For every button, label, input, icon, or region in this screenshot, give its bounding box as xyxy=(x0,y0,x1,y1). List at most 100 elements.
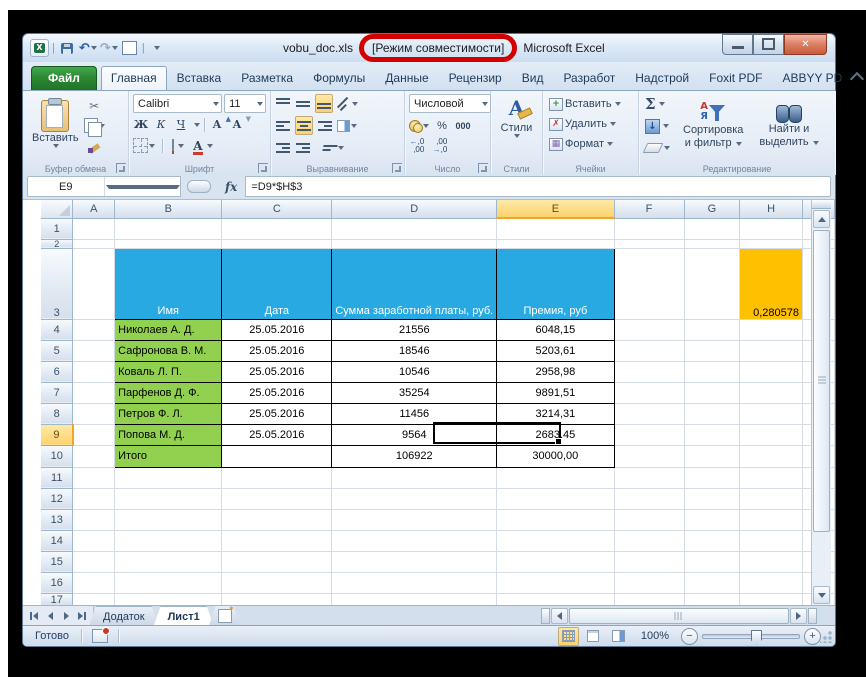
row-header-11[interactable]: 11 xyxy=(41,467,73,488)
scroll-left-button[interactable] xyxy=(551,608,568,624)
align-bottom-button[interactable] xyxy=(315,94,333,113)
cell[interactable] xyxy=(740,572,803,593)
cell-name[interactable]: Сафронова В. М. xyxy=(115,340,222,361)
cell[interactable] xyxy=(614,572,684,593)
fill-color-button[interactable] xyxy=(170,137,186,154)
cell[interactable] xyxy=(332,218,497,239)
macro-record-button[interactable] xyxy=(92,629,108,643)
name-box-dropdown[interactable] xyxy=(104,177,181,196)
cell[interactable] xyxy=(684,572,740,593)
cell[interactable] xyxy=(684,530,740,551)
cell[interactable] xyxy=(332,551,497,572)
column-header-b[interactable]: B xyxy=(115,200,222,218)
cell[interactable] xyxy=(115,530,222,551)
cell[interactable] xyxy=(740,467,803,488)
cell[interactable] xyxy=(73,467,115,488)
tab-file[interactable]: Файл xyxy=(31,66,97,90)
cell[interactable] xyxy=(115,218,222,239)
row-header-2[interactable]: 2 xyxy=(41,239,73,248)
cell[interactable] xyxy=(740,382,803,403)
cell[interactable] xyxy=(740,361,803,382)
cell[interactable] xyxy=(497,488,614,509)
cell[interactable] xyxy=(684,319,740,340)
increase-decimal-button[interactable]: ←,0,00 xyxy=(409,137,425,154)
column-header-g[interactable]: G xyxy=(684,200,740,218)
cell[interactable] xyxy=(222,239,332,248)
scrollbar-resize-handle[interactable] xyxy=(808,608,817,624)
cell-salary[interactable]: 35254 xyxy=(332,382,497,403)
cell-total-premium[interactable]: 30000,00 xyxy=(497,445,614,467)
wrap-text-button[interactable] xyxy=(323,139,344,156)
row-header-8[interactable]: 8 xyxy=(41,403,73,424)
cell[interactable] xyxy=(332,467,497,488)
cell[interactable] xyxy=(614,424,684,445)
cut-button[interactable]: ✂ xyxy=(84,97,105,114)
cell[interactable] xyxy=(740,424,803,445)
delete-cells-button[interactable]: ✗Удалить xyxy=(547,114,634,134)
autosum-button[interactable]: Σ xyxy=(643,94,672,114)
insert-cells-button[interactable]: +Вставить xyxy=(547,94,634,114)
active-cell-selection[interactable] xyxy=(433,422,561,444)
cell[interactable] xyxy=(332,509,497,530)
cell[interactable] xyxy=(73,239,115,248)
copy-button[interactable] xyxy=(84,117,105,134)
cell[interactable] xyxy=(684,248,740,319)
dialog-launcher-icon[interactable] xyxy=(258,163,268,173)
vertical-scroll-thumb[interactable] xyxy=(813,230,830,532)
cell[interactable] xyxy=(222,445,332,467)
cell[interactable] xyxy=(73,382,115,403)
styles-button[interactable]: A Стили xyxy=(495,96,538,140)
grow-font-button[interactable]: А▲ xyxy=(209,116,225,133)
cell[interactable] xyxy=(73,572,115,593)
cell-name[interactable]: Николаев А. Д. xyxy=(115,319,222,340)
cell[interactable] xyxy=(115,239,222,248)
cell[interactable] xyxy=(614,530,684,551)
cell[interactable] xyxy=(497,593,614,605)
zoom-slider[interactable] xyxy=(702,634,800,639)
cell[interactable] xyxy=(332,530,497,551)
increase-indent-button[interactable] xyxy=(295,139,311,156)
cell[interactable] xyxy=(497,467,614,488)
zoom-in-button[interactable]: + xyxy=(804,628,821,645)
row-header-9-selected[interactable]: 9 xyxy=(41,424,73,445)
sort-filter-button[interactable]: АЯ Сортировкаи фильтр xyxy=(678,94,748,158)
row-header-16[interactable]: 16 xyxy=(41,572,73,593)
cell[interactable] xyxy=(684,551,740,572)
cell-premium[interactable]: 9891,51 xyxy=(497,382,614,403)
fill-button[interactable]: ↓ xyxy=(643,116,672,136)
decrease-indent-button[interactable] xyxy=(275,139,291,156)
cell[interactable] xyxy=(73,509,115,530)
row-header-17[interactable]: 17 xyxy=(41,593,73,605)
row-header-5[interactable]: 5 xyxy=(41,340,73,361)
column-header-e-selected[interactable]: E xyxy=(497,200,614,218)
vertical-split-handle[interactable] xyxy=(812,200,831,209)
cell[interactable] xyxy=(740,319,803,340)
cell[interactable] xyxy=(614,488,684,509)
tab-split-handle[interactable] xyxy=(541,608,550,624)
cell[interactable] xyxy=(497,218,614,239)
cell[interactable] xyxy=(740,403,803,424)
percent-button[interactable]: % xyxy=(434,117,450,134)
cell[interactable] xyxy=(614,218,684,239)
restore-button[interactable] xyxy=(753,34,784,55)
last-sheet-button[interactable] xyxy=(75,609,89,623)
align-top-button[interactable] xyxy=(275,95,291,112)
align-right-button[interactable] xyxy=(317,117,333,134)
cell[interactable] xyxy=(740,509,803,530)
cell[interactable] xyxy=(332,572,497,593)
minimize-button[interactable] xyxy=(722,34,753,55)
cell[interactable] xyxy=(740,218,803,239)
zoom-level-label[interactable]: 100% xyxy=(633,630,677,642)
cell-total-salary[interactable]: 106922 xyxy=(332,445,497,467)
cell-date[interactable]: 25.05.2016 xyxy=(222,361,332,382)
tab-review[interactable]: Рецензир xyxy=(439,66,512,90)
cell-name[interactable]: Парфенов Д. Ф. xyxy=(115,382,222,403)
cell-salary[interactable]: 10546 xyxy=(332,361,497,382)
page-layout-view-button[interactable] xyxy=(583,627,604,646)
row-header-7[interactable]: 7 xyxy=(41,382,73,403)
fill-handle[interactable] xyxy=(555,438,562,445)
cell[interactable] xyxy=(222,509,332,530)
zoom-out-button[interactable]: − xyxy=(681,628,698,645)
decrease-decimal-button[interactable]: ,00→,0 xyxy=(432,137,448,154)
cell[interactable] xyxy=(740,445,803,467)
